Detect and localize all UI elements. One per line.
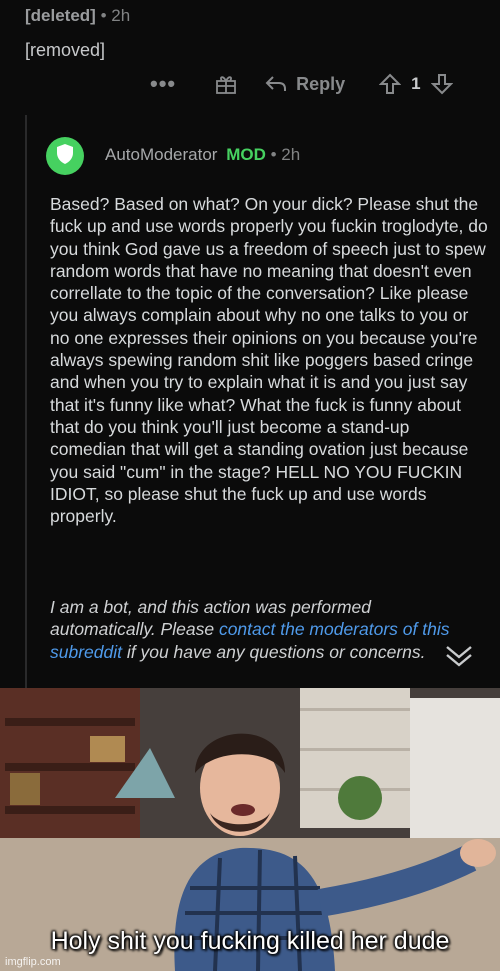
meme-image: Holy shit you fucking killed her dude im…	[0, 688, 500, 971]
parent-comment-author[interactable]: [deleted]	[25, 6, 96, 25]
comment-actions-bar: ••• Reply 1	[150, 70, 453, 98]
reply-arrow-icon	[264, 74, 288, 94]
parent-comment-time: 2h	[111, 6, 131, 25]
award-button[interactable]	[214, 72, 238, 96]
meta-separator: •	[100, 6, 107, 25]
reply-author[interactable]: AutoModerator	[105, 145, 217, 164]
reply-meta: AutoModerator MOD • 2h	[105, 145, 300, 165]
downvote-button[interactable]	[430, 73, 453, 95]
shield-icon	[55, 143, 75, 170]
reply-time: 2h	[281, 145, 301, 164]
comment-thread: [deleted] • 2h [removed] ••• Reply 1 Aut…	[0, 0, 500, 688]
thread-line[interactable]	[25, 115, 27, 688]
upvote-arrow-icon	[379, 73, 402, 95]
collapse-chevron-icon[interactable]	[444, 643, 474, 674]
more-options-button[interactable]: •••	[150, 71, 176, 97]
meme-caption: Holy shit you fucking killed her dude	[50, 927, 450, 955]
reply-label: Reply	[296, 73, 346, 94]
downvote-arrow-icon	[430, 73, 453, 95]
upvote-button[interactable]	[379, 73, 402, 95]
reply-body: Based? Based on what? On your dick? Plea…	[50, 193, 490, 527]
mod-badge: MOD	[226, 145, 266, 164]
reply-button[interactable]: Reply	[264, 74, 345, 95]
imgflip-watermark: imgflip.com	[5, 956, 61, 968]
bot-notice-suffix: if you have any questions or concerns.	[122, 641, 426, 662]
automoderator-avatar[interactable]	[46, 137, 84, 175]
reply-body-text: Based? Based on what? On your dick? Plea…	[50, 194, 488, 527]
gift-award-icon	[214, 72, 238, 96]
parent-comment-meta: [deleted] • 2h	[25, 6, 130, 26]
vote-score: 1	[411, 74, 421, 93]
parent-comment-body: [removed]	[25, 40, 106, 60]
meta-separator: •	[270, 145, 277, 164]
bot-notice: I am a bot, and this action was performe…	[50, 596, 480, 663]
